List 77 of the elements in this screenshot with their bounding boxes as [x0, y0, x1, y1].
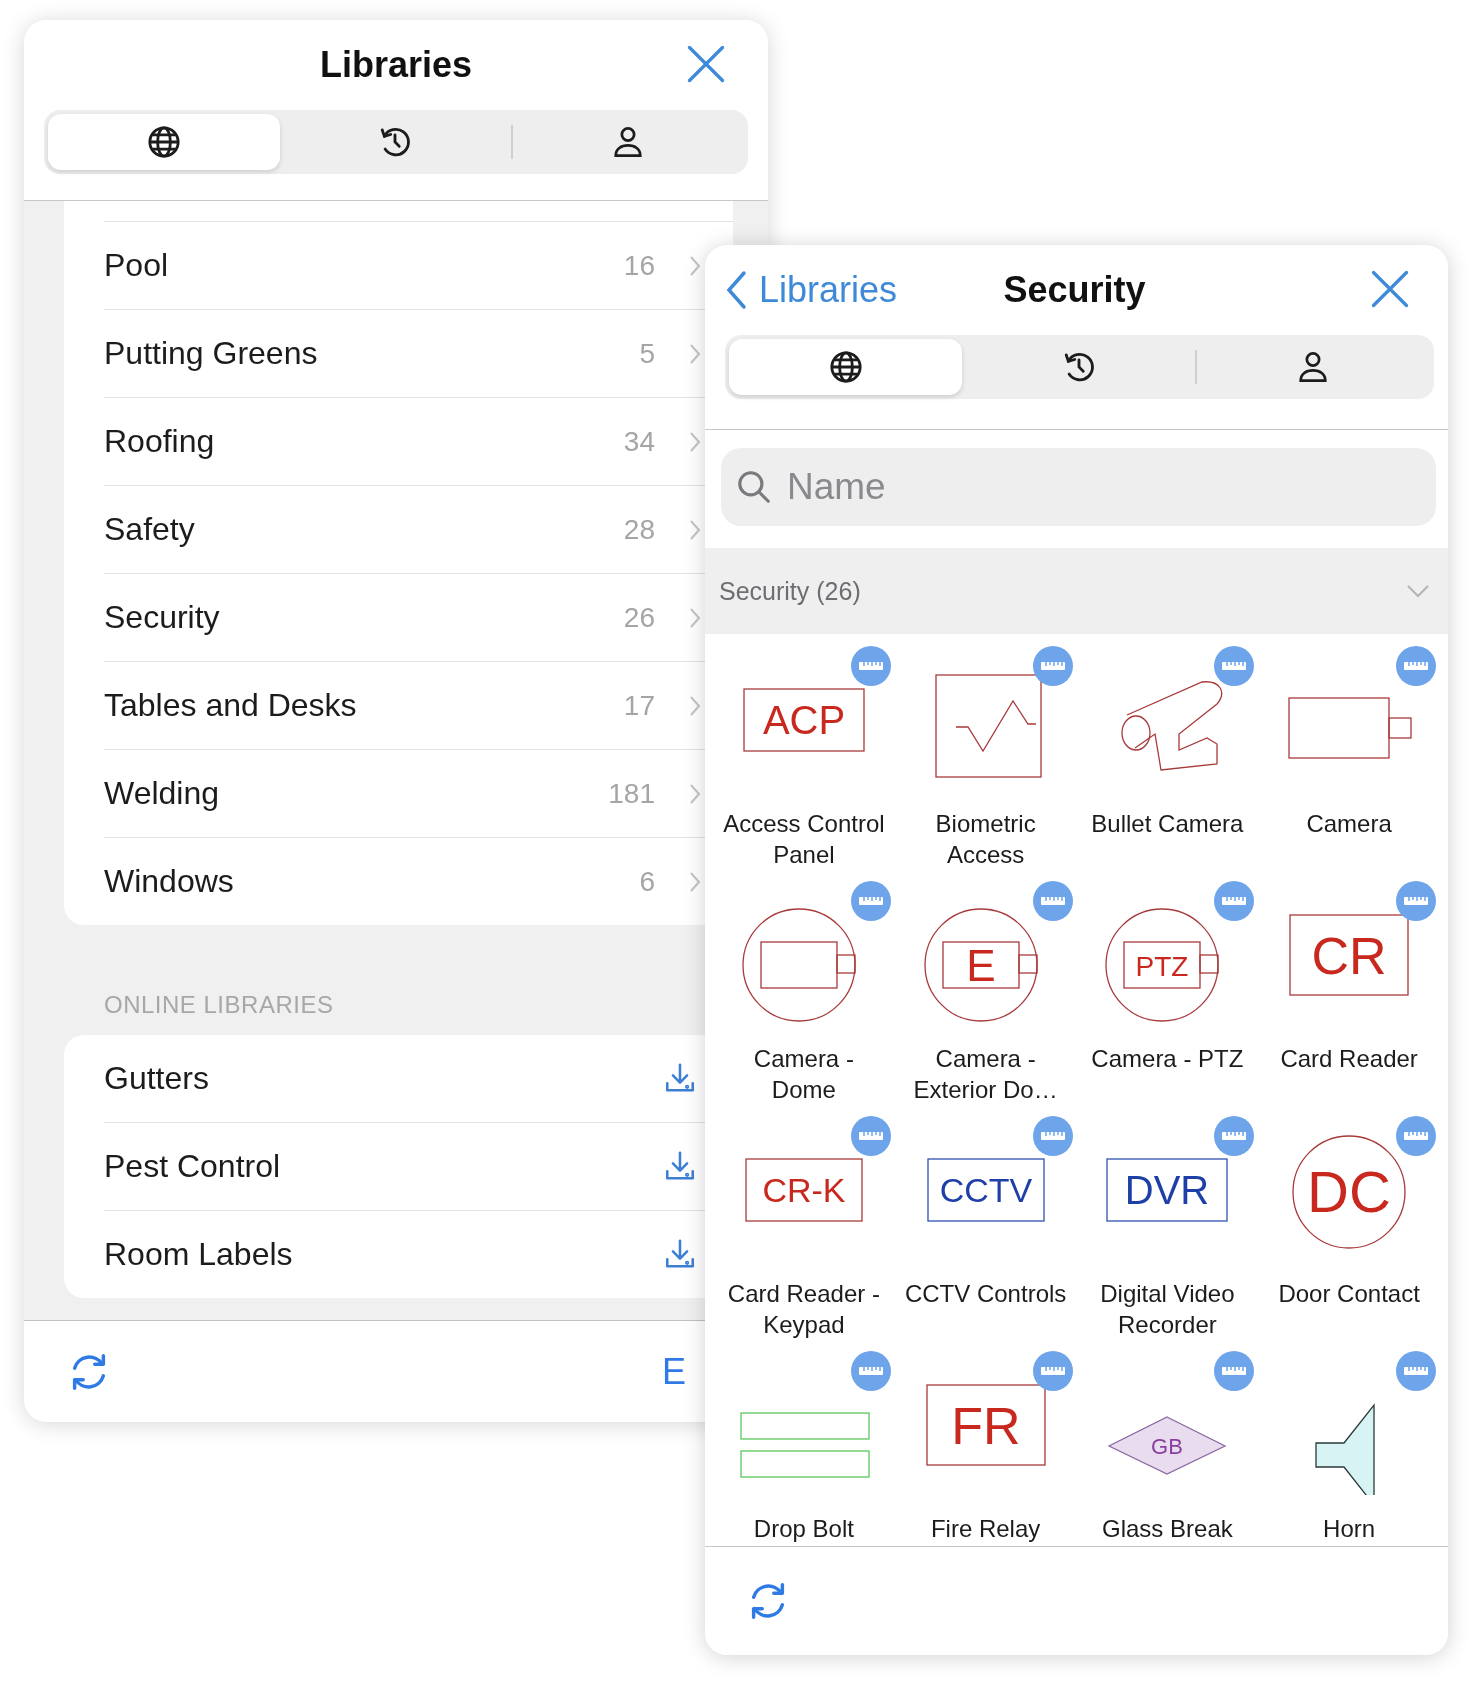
symbol-name[interactable]: CCTV Controls: [901, 1278, 1070, 1309]
section-header: ONLINE LIBRARIES: [103, 990, 335, 1020]
library-name[interactable]: Tables and Desks: [104, 687, 591, 724]
item-count: 6: [639, 865, 655, 898]
ruler-badge-icon[interactable]: [850, 881, 891, 921]
symbol-name[interactable]: Card Reader - Keypad: [719, 1278, 888, 1340]
symbol-name[interactable]: Access Control Panel: [719, 808, 888, 870]
library-name[interactable]: Safety: [104, 511, 591, 548]
ruler-badge-icon[interactable]: [1032, 881, 1073, 921]
symbol-name[interactable]: Door Contact: [1265, 1278, 1434, 1309]
item-count: 16: [623, 249, 655, 282]
symbol-name[interactable]: Horn: [1265, 1513, 1434, 1544]
symbol-name[interactable]: Camera - Exterior Do…: [901, 1043, 1070, 1105]
symbol-name[interactable]: Biometric Access: [901, 808, 1070, 870]
symbol-name[interactable]: Bullet Camera: [1083, 808, 1252, 839]
symbol-text: FR: [950, 1396, 1021, 1455]
library-name[interactable]: Gutters: [104, 1060, 630, 1097]
ruler-badge-icon[interactable]: [1396, 1351, 1437, 1391]
back-button[interactable]: Libraries: [725, 269, 898, 311]
tab[interactable]: [48, 114, 280, 170]
ruler-badge-icon[interactable]: [1032, 1116, 1073, 1156]
ruler-badge-icon[interactable]: [1214, 1116, 1255, 1156]
item-count: 17: [623, 689, 655, 722]
group-title: Security (26): [719, 576, 861, 606]
chevron-left-icon: [725, 270, 747, 310]
panel-title: Security: [1003, 269, 1146, 310]
ruler-badge-icon[interactable]: [1396, 1116, 1437, 1156]
ruler-badge-icon[interactable]: [1214, 881, 1255, 921]
ruler-badge-icon[interactable]: [1032, 646, 1073, 686]
symbol-text: CCTV: [939, 1171, 1032, 1210]
ruler-badge-icon[interactable]: [850, 646, 891, 686]
person-icon: [613, 125, 644, 159]
symbol-text: PTZ: [1135, 951, 1189, 982]
ruler-badge-icon[interactable]: [1396, 881, 1437, 921]
ruler-badge-icon[interactable]: [1396, 646, 1437, 686]
panel-title: Libraries: [319, 44, 473, 86]
library-name[interactable]: Pest Control: [104, 1148, 630, 1185]
history-icon: [378, 125, 413, 159]
library-name[interactable]: Room Labels: [104, 1236, 630, 1273]
item-count: 34: [623, 425, 655, 458]
library-name[interactable]: Windows: [104, 863, 607, 900]
item-count: 5: [639, 337, 655, 370]
ruler-badge-icon[interactable]: [1032, 1351, 1073, 1391]
search-field[interactable]: Name: [721, 448, 1436, 526]
symbol-name[interactable]: Camera - Dome: [719, 1043, 888, 1105]
globe-icon: [828, 350, 863, 384]
tab[interactable]: [729, 339, 963, 395]
edit-button[interactable]: E: [662, 1350, 686, 1393]
ruler-badge-icon[interactable]: [850, 1116, 891, 1156]
item-count: 28: [623, 513, 655, 546]
symbol-name[interactable]: Digital Video Recorder: [1083, 1278, 1252, 1340]
symbol-text: CR: [1311, 926, 1387, 985]
group-header[interactable]: Security (26): [705, 548, 1448, 634]
ruler-badge-icon[interactable]: [1214, 646, 1255, 686]
item-count: 26: [623, 601, 655, 634]
symbol-name[interactable]: Glass Break: [1083, 1513, 1252, 1544]
symbol-name[interactable]: Camera - PTZ: [1083, 1043, 1252, 1074]
library-name[interactable]: Putting Greens: [104, 335, 607, 372]
symbol-text: DVR: [1125, 1168, 1210, 1213]
symbol-text: ACP: [762, 698, 845, 743]
person-icon: [1298, 350, 1329, 384]
ruler-badge-icon[interactable]: [1214, 1351, 1255, 1391]
symbol-text: CR-K: [762, 1171, 846, 1210]
library-name[interactable]: Roofing: [104, 423, 591, 460]
symbol-text: E: [965, 941, 996, 990]
item-count: 181: [608, 777, 655, 810]
symbol-text: DC: [1307, 1159, 1391, 1224]
symbol-name[interactable]: Camera: [1265, 808, 1434, 839]
symbol-name[interactable]: Drop Bolt: [719, 1513, 888, 1544]
symbol-name[interactable]: Card Reader: [1265, 1043, 1434, 1074]
globe-icon: [146, 125, 181, 159]
library-name[interactable]: Welding: [104, 775, 576, 812]
library-name[interactable]: Pool: [104, 247, 591, 284]
symbol-name[interactable]: Fire Relay: [901, 1513, 1070, 1544]
library-name[interactable]: Security: [104, 599, 591, 636]
ruler-badge-icon[interactable]: [850, 1351, 891, 1391]
symbol-text: GB: [1151, 1434, 1184, 1459]
